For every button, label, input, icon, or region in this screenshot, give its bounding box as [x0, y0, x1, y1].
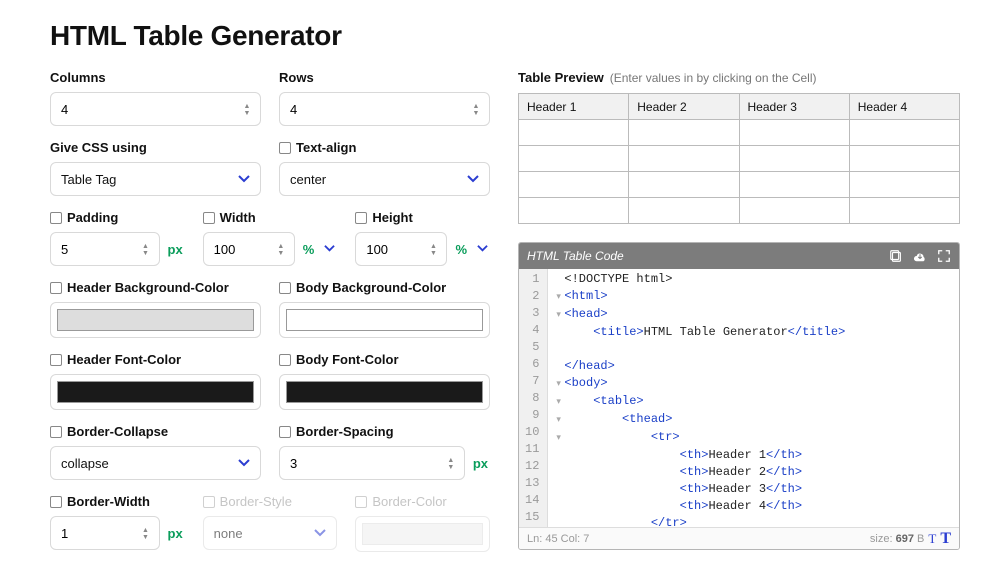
stepper-icon[interactable]: ▲▼: [469, 98, 483, 122]
width-input[interactable]: ▲▼: [203, 232, 295, 266]
header-bg-label: Header Background-Color: [50, 280, 261, 295]
text-align-label: Text-align: [279, 140, 490, 155]
border-style-label: Border-Style: [203, 494, 338, 509]
stepper-icon[interactable]: ▲▼: [274, 238, 288, 262]
preview-cell[interactable]: [519, 146, 629, 172]
controls-panel: Columns ▲▼ Rows ▲▼ Give CSS using Table …: [50, 70, 490, 566]
width-checkbox[interactable]: [203, 212, 215, 224]
chevron-down-icon: [467, 173, 479, 185]
preview-header-cell[interactable]: Header 4: [849, 94, 959, 120]
body-font-color[interactable]: [279, 374, 490, 410]
text-align-select[interactable]: center: [279, 162, 490, 196]
preview-cell[interactable]: [849, 120, 959, 146]
code-panel: HTML Table Code 123456789101112131415 <!…: [518, 242, 960, 550]
preview-cell[interactable]: [519, 120, 629, 146]
border-spacing-input[interactable]: ▲▼: [279, 446, 465, 480]
font-smaller-icon[interactable]: T: [928, 531, 936, 547]
preview-cell[interactable]: [629, 146, 739, 172]
preview-cell[interactable]: [739, 172, 849, 198]
unit-select[interactable]: [322, 242, 337, 257]
preview-cell[interactable]: [849, 146, 959, 172]
preview-header-cell[interactable]: Header 1: [519, 94, 629, 120]
chevron-down-icon: [314, 527, 326, 539]
padding-input[interactable]: ▲▼: [50, 232, 160, 266]
border-collapse-select[interactable]: collapse: [50, 446, 261, 480]
border-width-input[interactable]: ▲▼: [50, 516, 160, 550]
body-bg-label: Body Background-Color: [279, 280, 490, 295]
header-bg-color[interactable]: [50, 302, 261, 338]
body-font-checkbox[interactable]: [279, 354, 291, 366]
copy-icon[interactable]: [889, 249, 903, 263]
page-title: HTML Table Generator: [50, 20, 960, 52]
expand-icon[interactable]: [937, 249, 951, 263]
preview-cell[interactable]: [849, 172, 959, 198]
header-font-checkbox[interactable]: [50, 354, 62, 366]
body-bg-checkbox[interactable]: [279, 282, 291, 294]
chevron-down-icon: [238, 457, 250, 469]
stepper-icon[interactable]: ▲▼: [444, 452, 458, 476]
preview-cell[interactable]: [849, 198, 959, 224]
cursor-position: Ln: 45 Col: 7: [527, 533, 589, 545]
header-font-color[interactable]: [50, 374, 261, 410]
width-unit: %: [301, 242, 317, 257]
border-spacing-unit: px: [471, 456, 490, 471]
stepper-icon[interactable]: ▲▼: [240, 98, 254, 122]
border-width-label: Border-Width: [50, 494, 185, 509]
body-bg-color[interactable]: [279, 302, 490, 338]
download-icon[interactable]: [913, 249, 927, 263]
height-label: Height: [355, 210, 490, 225]
font-larger-icon[interactable]: T: [940, 530, 951, 548]
preview-cell[interactable]: [519, 198, 629, 224]
border-style-checkbox[interactable]: [203, 496, 215, 508]
columns-input[interactable]: ▲▼: [50, 92, 261, 126]
preview-hint: (Enter values in by clicking on the Cell…: [610, 71, 817, 85]
preview-header-cell[interactable]: Header 3: [739, 94, 849, 120]
preview-cell[interactable]: [629, 120, 739, 146]
border-collapse-label: Border-Collapse: [50, 424, 261, 439]
padding-checkbox[interactable]: [50, 212, 62, 224]
border-color-label: Border-Color: [355, 494, 490, 509]
preview-table[interactable]: Header 1Header 2Header 3Header 4: [518, 93, 960, 224]
padding-label: Padding: [50, 210, 185, 225]
stepper-icon[interactable]: ▲▼: [139, 238, 153, 262]
rows-label: Rows: [279, 70, 490, 85]
preview-cell[interactable]: [629, 172, 739, 198]
code-editor[interactable]: <!DOCTYPE html>▾<html>▾<head> <title>HTM…: [548, 269, 959, 527]
header-bg-checkbox[interactable]: [50, 282, 62, 294]
columns-label: Columns: [50, 70, 261, 85]
border-style-select[interactable]: none: [203, 516, 338, 550]
preview-cell[interactable]: [739, 198, 849, 224]
border-collapse-checkbox[interactable]: [50, 426, 62, 438]
body-font-label: Body Font-Color: [279, 352, 490, 367]
height-checkbox[interactable]: [355, 212, 367, 224]
unit-select[interactable]: [475, 242, 490, 257]
header-font-label: Header Font-Color: [50, 352, 261, 367]
height-unit: %: [453, 242, 469, 257]
chevron-down-icon: [238, 173, 250, 185]
code-size: size: 697 B: [870, 533, 924, 545]
preview-header-cell[interactable]: Header 2: [629, 94, 739, 120]
padding-unit: px: [166, 242, 185, 257]
stepper-icon[interactable]: ▲▼: [426, 238, 440, 262]
border-width-unit: px: [166, 526, 185, 541]
rows-input[interactable]: ▲▼: [279, 92, 490, 126]
stepper-icon[interactable]: ▲▼: [139, 522, 153, 546]
border-spacing-label: Border-Spacing: [279, 424, 490, 439]
css-using-select[interactable]: Table Tag: [50, 162, 261, 196]
preview-cell[interactable]: [739, 120, 849, 146]
border-color-swatch[interactable]: [355, 516, 490, 552]
preview-cell[interactable]: [629, 198, 739, 224]
height-input[interactable]: ▲▼: [355, 232, 447, 266]
border-color-checkbox[interactable]: [355, 496, 367, 508]
text-align-checkbox[interactable]: [279, 142, 291, 154]
width-label: Width: [203, 210, 338, 225]
preview-cell[interactable]: [739, 146, 849, 172]
css-using-label: Give CSS using: [50, 140, 261, 155]
code-title: HTML Table Code: [527, 249, 624, 263]
border-width-checkbox[interactable]: [50, 496, 62, 508]
preview-cell[interactable]: [519, 172, 629, 198]
border-spacing-checkbox[interactable]: [279, 426, 291, 438]
preview-title: Table Preview: [518, 70, 604, 85]
